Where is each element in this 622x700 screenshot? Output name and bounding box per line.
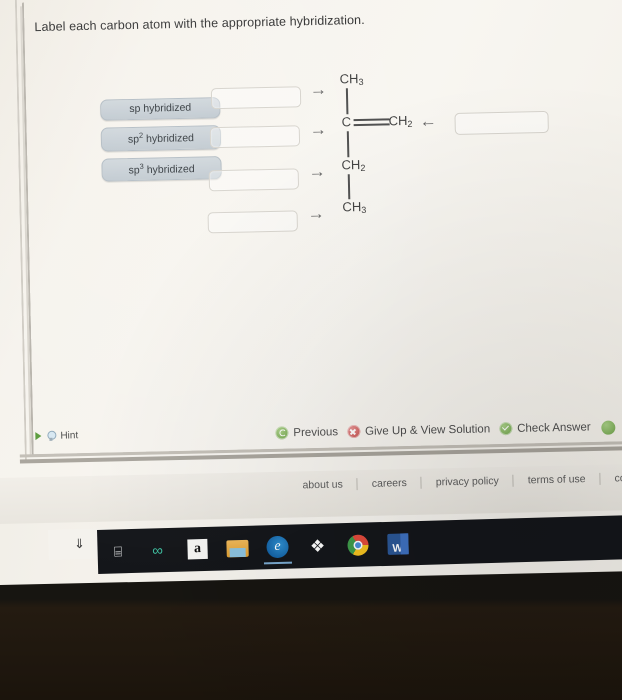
tile-label-base: sp (128, 163, 140, 177)
chrome-icon[interactable] (337, 522, 378, 567)
atom-c-center: C (341, 114, 351, 129)
arrow-right-icon: → (307, 203, 325, 224)
word-glyph: W (386, 532, 409, 555)
tile-label-base: sp (127, 133, 140, 146)
expand-triangle-icon[interactable] (35, 432, 42, 441)
footer-link-contact-us[interactable]: cont (600, 472, 622, 485)
atom-ch3-top: CH3 (339, 71, 363, 88)
previous-button[interactable]: Previous (275, 425, 339, 440)
task-view-icon[interactable]: ⌸ (97, 529, 138, 574)
atom-ch2-lower: CH2 (341, 157, 365, 174)
bond-top (345, 88, 349, 115)
footer-link-privacy-policy[interactable]: privacy policy (421, 474, 514, 489)
tile-label-base: sp (129, 102, 141, 116)
check-answer-label: Check Answer (517, 420, 591, 435)
check-answer-button[interactable]: Check Answer (499, 420, 591, 436)
previous-circle-icon (275, 426, 289, 440)
infinity-icon[interactable]: ∞ (137, 528, 178, 573)
footer-link-terms-of-use[interactable]: terms of use (513, 472, 601, 487)
atom-symbol: CH (342, 198, 362, 215)
drop-target-2[interactable] (209, 125, 301, 149)
dropbox-icon[interactable]: ❖ (297, 523, 338, 568)
edge-glyph: e (266, 535, 289, 559)
problem-panel-border (21, 0, 622, 457)
atom-subscript: 2 (360, 162, 366, 174)
browser-page: Label each carbon atom with the appropri… (0, 0, 622, 525)
laptop-screen: Label each carbon atom with the appropri… (0, 0, 622, 586)
double-bond-lower (353, 123, 390, 126)
action-bar: Previous Give Up & View Solution Check A… (275, 420, 591, 440)
folder-glyph (226, 539, 249, 557)
give-up-label: Give Up & View Solution (364, 422, 491, 438)
file-explorer-icon[interactable] (217, 526, 258, 571)
arrow-right-icon: → (309, 119, 327, 140)
amazon-glyph: a (187, 538, 208, 560)
drop-target-1[interactable] (210, 86, 302, 110)
photographed-screen: Label each carbon atom with the appropri… (0, 0, 622, 700)
arrow-right-icon: → (308, 161, 326, 182)
atom-subscript: 3 (358, 76, 364, 88)
site-footer: about us careers privacy policy terms of… (0, 463, 622, 525)
give-up-button[interactable]: Give Up & View Solution (346, 422, 491, 439)
atom-subscript: 2 (407, 118, 413, 129)
atom-subscript: 3 (361, 204, 367, 215)
tile-sp3-hybridized[interactable]: sp3 hybridized (101, 155, 222, 182)
drop-target-4[interactable] (207, 210, 298, 234)
drop-target-3[interactable] (208, 168, 300, 192)
atom-ch3-bottom: CH3 (342, 199, 366, 216)
edge-icon[interactable]: e (257, 524, 298, 569)
hint-expander[interactable]: Hint (35, 421, 310, 445)
give-up-circle-icon (346, 424, 361, 439)
question-prompt: Label each carbon atom with the appropri… (34, 12, 365, 35)
amazon-icon[interactable]: a (177, 527, 218, 572)
double-bond-upper (353, 118, 390, 121)
down-arrow-icon: ⇓ (73, 535, 86, 552)
footer-links: about us careers privacy policy terms of… (288, 472, 622, 492)
atom-symbol: CH (388, 112, 408, 129)
chrome-glyph (346, 533, 369, 556)
answer-bank: sp hybridized sp2 hybridized sp3 hybridi… (100, 97, 222, 189)
hint-label: Hint (60, 429, 79, 442)
footer-link-careers[interactable]: careers (357, 476, 422, 491)
bond-middle (346, 131, 349, 158)
tile-sp2-hybridized[interactable]: sp2 hybridized (100, 125, 222, 152)
atom-symbol: C (341, 114, 352, 130)
atom-symbol: CH (339, 71, 359, 87)
word-icon[interactable]: W (377, 521, 418, 566)
problem-panel-outer-border (14, 0, 622, 463)
task-view-glyph: ⌸ (113, 542, 122, 560)
atom-symbol: CH (341, 157, 361, 173)
tile-sp-hybridized[interactable]: sp hybridized (100, 97, 221, 121)
footer-link-about-us[interactable]: about us (288, 478, 358, 492)
check-circle-icon (499, 421, 513, 436)
next-circle-icon[interactable] (601, 420, 616, 435)
lightbulb-icon (46, 430, 55, 441)
bond-bottom (347, 174, 350, 200)
molecule-structure: CH3 C CH2 CH2 CH3 (339, 69, 472, 222)
previous-label: Previous (293, 425, 339, 439)
dropbox-glyph: ❖ (309, 536, 326, 556)
infinity-glyph: ∞ (151, 541, 164, 559)
arrow-right-icon: → (309, 79, 328, 100)
atom-ch2-right: CH2 (388, 113, 412, 130)
